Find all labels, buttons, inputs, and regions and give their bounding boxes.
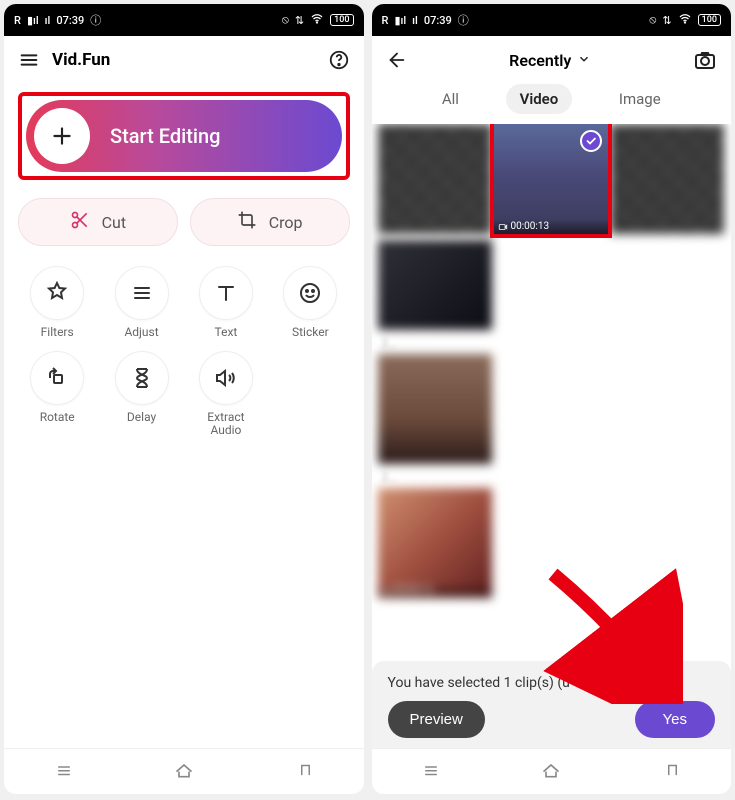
battery-icon: 100: [698, 14, 721, 26]
menu-icon[interactable]: [18, 49, 40, 71]
camera-icon[interactable]: [693, 48, 717, 72]
battery-icon: 100: [330, 14, 353, 26]
tab-all[interactable]: All: [428, 84, 473, 114]
tool-label: Adjust: [124, 326, 158, 339]
tab-image[interactable]: Image: [605, 84, 675, 114]
data-icon: ⇅: [662, 14, 671, 27]
selection-text: You have selected 1 clip(s) (uXXXX).: [388, 675, 716, 691]
yes-button[interactable]: Yes: [635, 701, 715, 738]
crop-label: Crop: [269, 213, 303, 232]
tool-label: Sticker: [292, 326, 329, 339]
tool-extract-audio[interactable]: Extract Audio: [187, 351, 265, 437]
tool-label: Extract Audio: [207, 411, 244, 437]
video-thumb[interactable]: [610, 124, 724, 234]
wifi-icon: [678, 13, 692, 28]
tool-label: Rotate: [40, 411, 75, 424]
tool-grid: Filters Adjust Text Sticker Rotate Delay…: [4, 246, 364, 458]
help-icon[interactable]: [328, 49, 350, 71]
video-thumb[interactable]: [378, 240, 492, 330]
start-label: Start Editing: [110, 124, 220, 148]
phone-left: R ▮ıl ıl 07:39 ⓘ ⦸ ⇅ 100 Vid.Fun S: [4, 4, 364, 794]
tab-video[interactable]: Video: [506, 84, 573, 114]
cut-button[interactable]: Cut: [18, 198, 178, 246]
nav-bar: [372, 748, 732, 794]
signal-icon: ▮ıl: [27, 14, 39, 27]
video-thumb[interactable]: [378, 354, 492, 464]
album-dropdown[interactable]: Recently: [420, 51, 682, 70]
wifi-icon: [310, 13, 324, 28]
status-bar: R ▮ıl ıl 07:39 ⓘ ⦸ ⇅ 100: [4, 4, 364, 36]
selection-sheet: You have selected 1 clip(s) (uXXXX). Pre…: [372, 661, 732, 748]
signal-icon-2: ıl: [412, 14, 418, 27]
info-icon: ⓘ: [90, 12, 101, 28]
nav-bar: [4, 748, 364, 794]
tool-rotate[interactable]: Rotate: [18, 351, 96, 437]
date-label: 2…: [382, 336, 722, 350]
back-icon[interactable]: [386, 49, 408, 71]
video-thumb[interactable]: [378, 124, 492, 234]
tool-adjust[interactable]: Adjust: [102, 266, 180, 339]
nav-back-icon[interactable]: [292, 761, 316, 783]
signal-icon: ▮ıl: [394, 14, 406, 27]
video-thumb-selected[interactable]: 00:00:13: [494, 124, 608, 234]
tool-label: Filters: [41, 326, 74, 339]
crop-icon: [237, 210, 257, 234]
quick-actions: Cut Crop: [4, 198, 364, 246]
album-title-label: Recently: [509, 51, 571, 70]
plus-icon: [34, 108, 90, 164]
scissors-icon: [70, 210, 90, 234]
app-title: Vid.Fun: [52, 50, 316, 70]
signal-label: R: [14, 14, 21, 27]
app-bar: Vid.Fun: [4, 36, 364, 84]
tool-sticker[interactable]: Sticker: [271, 266, 349, 339]
duration-label: 00:00:16: [378, 583, 492, 598]
phone-right: R ▮ıl ıl 07:39 ⓘ ⦸ ⇅ 100 Recently: [372, 4, 732, 794]
nav-home-icon[interactable]: [172, 760, 196, 784]
nav-recents-icon[interactable]: [52, 761, 76, 783]
tool-text[interactable]: Text: [187, 266, 265, 339]
tool-filters[interactable]: Filters: [18, 266, 96, 339]
thumbnail-grid: 00:00:13 2… 2… 00:00:16: [372, 124, 732, 661]
nav-recents-icon[interactable]: [419, 761, 443, 783]
crop-button[interactable]: Crop: [190, 198, 350, 246]
clock: 07:39: [424, 14, 452, 27]
start-highlight-box: Start Editing: [18, 92, 350, 180]
signal-label: R: [382, 14, 389, 27]
clock: 07:39: [56, 14, 84, 27]
signal-icon-2: ıl: [45, 14, 51, 27]
nav-home-icon[interactable]: [539, 760, 563, 784]
duration-label: 00:00:13: [494, 219, 608, 234]
nav-back-icon[interactable]: [659, 761, 683, 783]
album-header: Recently: [372, 36, 732, 84]
status-bar: R ▮ıl ıl 07:39 ⓘ ⦸ ⇅ 100: [372, 4, 732, 36]
tool-delay[interactable]: Delay: [102, 351, 180, 437]
cut-label: Cut: [102, 213, 126, 232]
tool-label: Delay: [127, 411, 156, 424]
preview-button[interactable]: Preview: [388, 701, 485, 738]
check-icon: [580, 130, 602, 152]
dnd-icon: ⦸: [649, 13, 656, 27]
data-icon: ⇅: [295, 14, 304, 27]
start-editing-button[interactable]: Start Editing: [26, 100, 342, 172]
chevron-down-icon: [577, 51, 591, 70]
date-label: 2…: [382, 470, 722, 484]
tool-label: Text: [215, 326, 238, 339]
dnd-icon: ⦸: [282, 13, 289, 27]
video-thumb[interactable]: 00:00:16: [378, 488, 492, 598]
media-tabs: All Video Image: [372, 84, 732, 124]
info-icon: ⓘ: [458, 12, 469, 28]
